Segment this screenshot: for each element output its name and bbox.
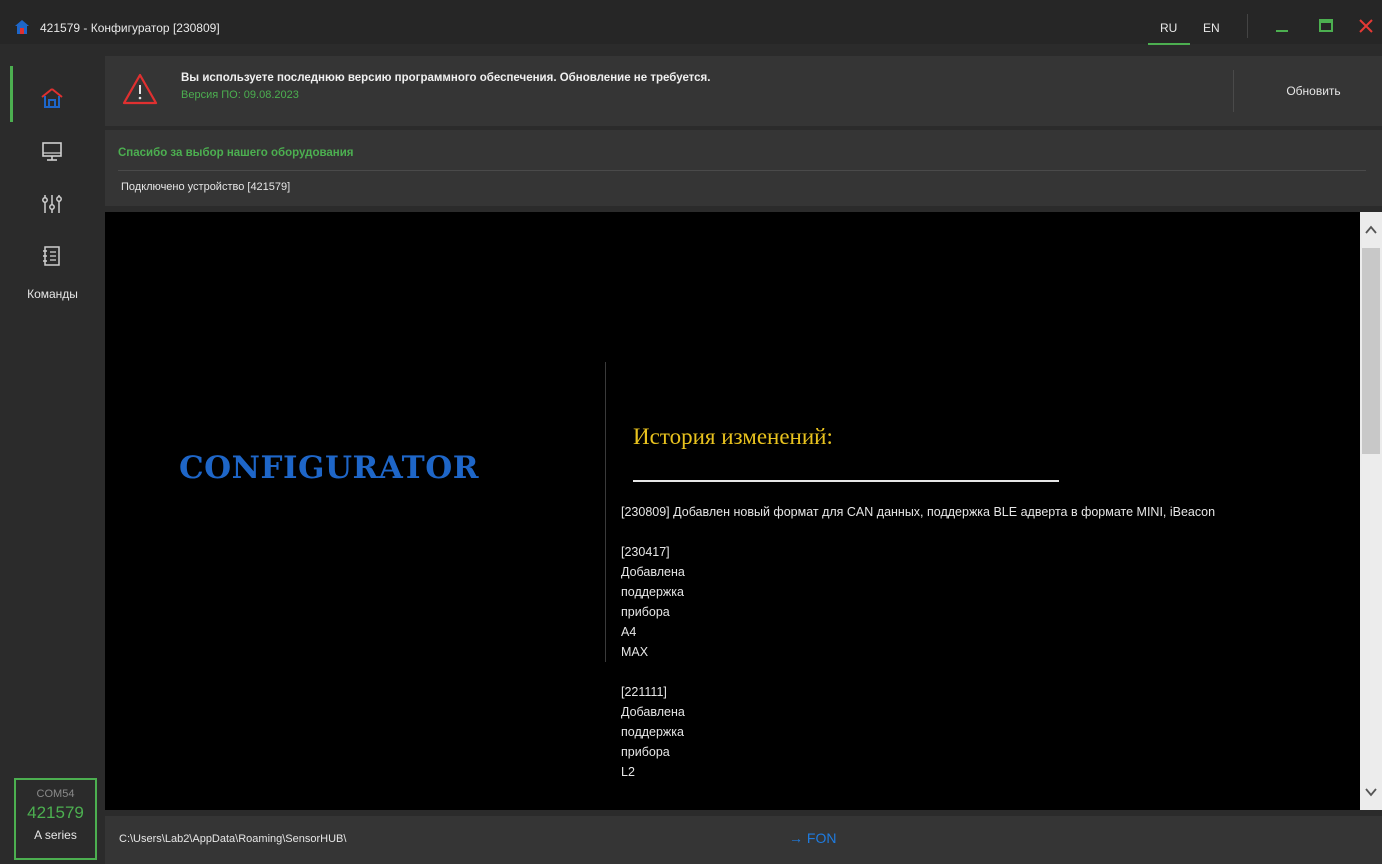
history-line: Добавлена xyxy=(621,705,685,719)
content-scrollbar[interactable] xyxy=(1360,212,1382,810)
minimize-icon xyxy=(1276,30,1288,32)
sidebar-item-commands[interactable] xyxy=(0,234,105,278)
history-line: [230417] xyxy=(621,545,670,559)
history-entry-text: [230809] Добавлен новый формат для CAN д… xyxy=(621,505,1216,519)
history-line: прибора xyxy=(621,605,670,619)
history-title: История изменений: xyxy=(633,424,833,449)
update-divider xyxy=(1233,70,1234,112)
update-button[interactable]: Обновить xyxy=(1245,56,1382,126)
fon-link[interactable]: → FON xyxy=(789,830,836,846)
sliders-icon xyxy=(42,195,62,213)
close-icon xyxy=(1359,19,1373,33)
language-en-button[interactable]: EN xyxy=(1203,21,1220,35)
history-line: MAX xyxy=(621,645,649,659)
notebook-icon xyxy=(43,246,60,266)
home-icon xyxy=(41,88,63,108)
maximize-icon xyxy=(1319,19,1333,32)
history-list: [230809] Добавлен новый формат для CAN д… xyxy=(621,502,1221,802)
history-line: поддержка xyxy=(621,725,684,739)
history-line: L2 xyxy=(621,765,635,779)
window-title: 421579 - Конфигуратор [230809] xyxy=(40,21,220,35)
status-bar: C:\Users\Lab2\AppData\Roaming\SensorHUB\… xyxy=(105,816,1382,864)
update-panel: Вы используете последнюю версию программ… xyxy=(105,56,1382,126)
language-ru-button[interactable]: RU xyxy=(1160,21,1177,35)
sidebar-commands-label[interactable]: Команды xyxy=(0,287,105,301)
brand-logo: CONFIGURATOR xyxy=(179,450,479,486)
software-version: Версия ПО: 09.08.2023 xyxy=(181,89,299,101)
close-button[interactable] xyxy=(1352,14,1380,38)
device-port: COM54 xyxy=(36,788,75,800)
scroll-up-button[interactable] xyxy=(1360,212,1382,248)
chevron-down-icon xyxy=(1365,788,1377,797)
scroll-down-button[interactable] xyxy=(1360,774,1382,810)
history-line: Добавлена xyxy=(621,565,685,579)
home-icon xyxy=(15,20,29,34)
changelog-view: CONFIGURATOR История изменений: [230809]… xyxy=(105,212,1360,810)
history-line: поддержка xyxy=(621,585,684,599)
device-status-box[interactable]: COM54 421579 A series xyxy=(14,778,97,860)
title-bar: 421579 - Конфигуратор [230809] RU EN xyxy=(0,0,1382,45)
sidebar: Команды COM54 421579 A series xyxy=(0,44,105,864)
history-entry: [221111] Добавлена поддержка прибора L2 xyxy=(621,682,1221,782)
sidebar-item-monitor[interactable] xyxy=(0,130,105,174)
titlebar-divider xyxy=(1247,14,1248,38)
device-series: A series xyxy=(34,828,77,842)
history-line: [221111] xyxy=(621,685,667,699)
active-language-indicator xyxy=(1148,43,1190,45)
maximize-button[interactable] xyxy=(1312,14,1340,38)
device-id: 421579 xyxy=(27,803,84,822)
history-underline xyxy=(633,480,1059,482)
history-entry: [230417] Добавлена поддержка прибора A4 … xyxy=(621,542,1221,662)
warning-icon xyxy=(122,73,158,105)
info-divider xyxy=(118,170,1366,171)
sidebar-item-settings[interactable] xyxy=(0,182,105,226)
sidebar-item-home[interactable] xyxy=(0,76,105,120)
monitor-icon xyxy=(42,142,62,161)
update-message: Вы используете последнюю версию программ… xyxy=(181,72,711,84)
minimize-button[interactable] xyxy=(1268,14,1296,38)
history-line: A4 xyxy=(621,625,637,639)
history-entry: [230809] Добавлен новый формат для CAN д… xyxy=(621,502,1221,522)
info-panel: Спасибо за выбор нашего оборудования Под… xyxy=(105,130,1382,206)
content-divider xyxy=(605,362,606,662)
chevron-up-icon xyxy=(1365,225,1377,234)
history-line: прибора xyxy=(621,745,670,759)
data-folder-path: C:\Users\Lab2\AppData\Roaming\SensorHUB\ xyxy=(119,833,347,845)
scroll-thumb[interactable] xyxy=(1362,248,1380,454)
connected-device-text: Подключено устройство [421579] xyxy=(121,181,291,193)
thanks-message: Спасибо за выбор нашего оборудования xyxy=(118,147,354,159)
